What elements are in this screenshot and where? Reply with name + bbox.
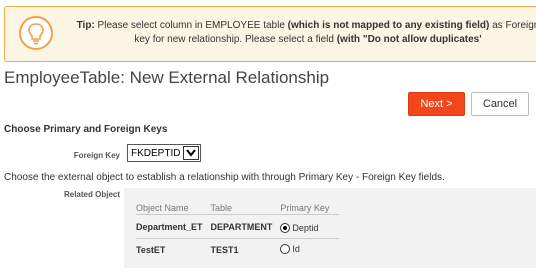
primary-key-label: Deptid	[292, 222, 319, 233]
table-cell: TEST1	[210, 237, 281, 262]
tip-bold-2: (with "Do not allow duplicates'	[336, 34, 482, 45]
column-header-table: Table	[210, 202, 233, 213]
table-row[interactable]: Department_ET DEPARTMENT Deptid	[136, 213, 340, 238]
section-heading: Choose Primary and Foreign Keys	[4, 124, 168, 135]
primary-key-radio-option[interactable]: Deptid	[280, 222, 319, 233]
instruction-text: Choose the external object to establish …	[4, 172, 445, 183]
radio-selected-icon[interactable]	[280, 222, 291, 233]
foreign-key-select[interactable]: FKDEPTID	[127, 144, 201, 162]
cancel-button[interactable]: Cancel	[471, 92, 529, 116]
column-header-primary-key: Primary Key	[280, 202, 330, 213]
related-object-label: Related Object	[63, 190, 120, 199]
page-title: EmployeeTable: New External Relationship	[4, 68, 330, 87]
object-name-cell: TestET	[136, 237, 211, 262]
chevron-down-icon[interactable]	[183, 146, 199, 160]
foreign-key-value: FKDEPTID	[131, 147, 181, 159]
foreign-key-label: Foreign Key	[73, 151, 120, 160]
object-name-cell: Department_ET	[136, 213, 211, 238]
table-row[interactable]: TestET TEST1 Id	[136, 237, 340, 262]
primary-key-radio-option[interactable]: Id	[280, 244, 300, 255]
primary-key-cell: Id	[280, 237, 340, 262]
related-object-panel: Object Name Table Primary Key Department…	[124, 188, 536, 268]
table-cell: DEPARTMENT	[210, 213, 281, 238]
tip-message: Tip: Please select column in EMPLOYEE ta…	[71, 19, 536, 47]
next-button[interactable]: Next >	[408, 92, 465, 116]
radio-unselected-icon[interactable]	[280, 244, 291, 255]
tip-banner: Tip: Please select column in EMPLOYEE ta…	[4, 6, 536, 62]
primary-key-cell: Deptid	[280, 213, 340, 238]
tip-text-1: Please select column in EMPLOYEE table	[94, 20, 288, 31]
lightbulb-icon	[19, 16, 53, 50]
primary-key-label: Id	[292, 244, 300, 255]
tip-bold-1: (which is not mapped to any existing fie…	[287, 20, 490, 31]
related-object-table: Object Name Table Primary Key Department…	[136, 202, 340, 262]
column-header-object-name: Object Name	[136, 202, 189, 213]
tip-label: Tip:	[76, 20, 95, 31]
